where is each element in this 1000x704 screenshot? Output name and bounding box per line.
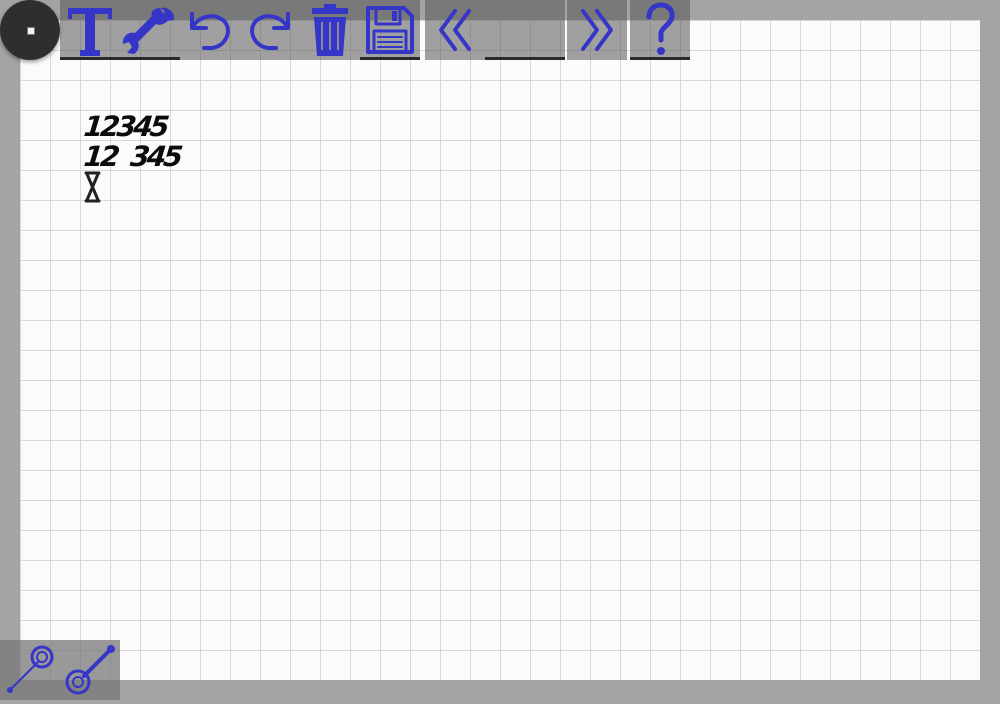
- handwritten-line-2: 12 345: [82, 140, 182, 173]
- pen-size-small-button[interactable]: [0, 640, 60, 700]
- help-button[interactable]: [630, 0, 690, 60]
- text-tool-button[interactable]: [60, 0, 120, 60]
- double-chevron-left-icon: [439, 9, 471, 51]
- redo-button[interactable]: [240, 0, 300, 60]
- text-cursor-icon: [84, 171, 101, 203]
- wrench-icon: [122, 7, 175, 55]
- previous-page-button[interactable]: [425, 0, 485, 60]
- settings-tool-button[interactable]: [120, 0, 180, 60]
- delete-button[interactable]: [300, 0, 360, 60]
- save-button[interactable]: [360, 0, 420, 60]
- trash-can-icon: [312, 4, 348, 56]
- undo-arrow-icon: [190, 12, 230, 50]
- menu-button[interactable]: [0, 0, 60, 60]
- pen-target-icon: [7, 645, 54, 693]
- handwritten-line-1: 12345: [82, 110, 169, 143]
- pen-size-large-button[interactable]: [60, 640, 120, 700]
- menu-dot-icon: [27, 27, 35, 35]
- double-chevron-right-icon: [581, 9, 613, 51]
- redo-arrow-icon: [250, 12, 290, 50]
- top-toolbar: [0, 0, 690, 64]
- pen-size-toolbar: [0, 640, 120, 700]
- question-mark-icon: [646, 2, 675, 55]
- undo-button[interactable]: [180, 0, 240, 60]
- drawing-canvas[interactable]: 12345 12 345: [20, 20, 980, 680]
- floppy-disk-icon: [366, 6, 414, 54]
- next-page-button[interactable]: [567, 0, 627, 60]
- text-T-icon: [68, 8, 112, 56]
- pen-target-icon: [65, 645, 115, 695]
- page-indicator: [485, 0, 565, 60]
